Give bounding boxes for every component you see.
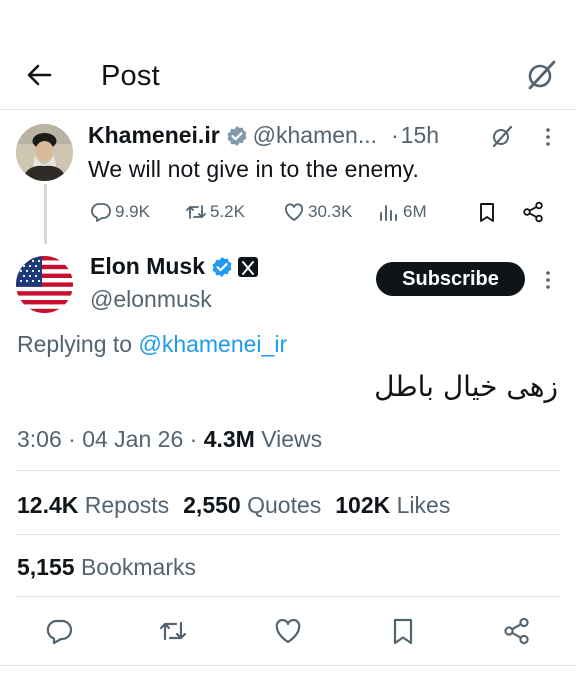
repost-button[interactable]: 5.2K: [185, 201, 245, 223]
repost-button[interactable]: [158, 616, 188, 646]
repost-icon: [186, 205, 206, 219]
post-text: We will not give in to the enemy.: [88, 156, 419, 182]
bookmark-button[interactable]: [476, 201, 498, 223]
top-bar: Post: [0, 44, 576, 110]
verified-gray-icon: [226, 125, 248, 147]
likes-label: Likes: [396, 492, 451, 518]
bookmarks-stat[interactable]: 5,155 Bookmarks: [17, 554, 196, 581]
quotes-stat[interactable]: 2,550 Quotes: [183, 492, 321, 518]
heart-icon: [285, 203, 303, 221]
like-count: 30.3K: [308, 202, 353, 221]
post-meta: 3:06 · 04 Jan 26 · 4.3M Views: [17, 426, 322, 453]
engagement-stats: 12.4K Reposts 2,550 Quotes 102K Likes: [17, 492, 450, 519]
reply-button[interactable]: [44, 616, 74, 646]
x-affiliate-icon[interactable]: [238, 256, 259, 277]
reposts-count: 12.4K: [17, 492, 79, 518]
separator-dot: ·: [391, 122, 399, 148]
bookmark-button[interactable]: [388, 616, 418, 646]
reply-icon: [91, 203, 111, 222]
likes-count: 102K: [335, 492, 391, 518]
post-text: زهی خیال باطل: [374, 370, 558, 403]
views-button[interactable]: 6M: [378, 201, 427, 223]
bookmark-icon: [480, 203, 494, 222]
divider: [16, 534, 560, 535]
bookmarks-count: 5,155: [17, 554, 75, 580]
parent-action-bar: 9.9K 5.2K 30.3K 6M: [88, 201, 558, 225]
verified-blue-icon: [211, 256, 233, 278]
more-options-icon[interactable]: [538, 268, 558, 292]
reply-icon: [46, 619, 73, 645]
share-icon: [523, 201, 543, 223]
author-name[interactable]: Elon Musk: [90, 253, 205, 280]
reposts-label: Reposts: [84, 492, 170, 518]
action-bar: [0, 612, 576, 652]
parent-header: Khamenei.ir @khamen... · 15h: [88, 122, 439, 149]
likes-stat[interactable]: 102K Likes: [335, 492, 450, 518]
like-button[interactable]: 30.3K: [283, 201, 352, 223]
repost-count: 5.2K: [210, 202, 245, 221]
post-time[interactable]: 15h: [401, 122, 439, 149]
author-name[interactable]: Khamenei.ir: [88, 122, 220, 149]
share-button[interactable]: [522, 201, 544, 223]
avatar[interactable]: [16, 256, 73, 313]
repost-icon: [159, 621, 187, 641]
replying-to: Replying to @khamenei_ir: [17, 331, 287, 358]
bookmarks-label: Bookmarks: [80, 554, 196, 580]
thread-line: [44, 184, 47, 244]
main-author-row: Elon Musk: [90, 253, 259, 280]
reposts-stat[interactable]: 12.4K Reposts: [17, 492, 169, 518]
views-label: Views: [254, 426, 323, 452]
divider: [16, 470, 560, 471]
parent-post[interactable]: Khamenei.ir @khamen... · 15h We will not…: [0, 111, 576, 244]
heart-icon: [275, 618, 301, 644]
more-options-icon[interactable]: [538, 125, 558, 149]
replying-to-link[interactable]: @khamenei_ir: [138, 331, 287, 357]
avatar[interactable]: [16, 124, 73, 181]
views-count: 4.3M: [203, 426, 255, 452]
share-button[interactable]: [502, 616, 532, 646]
replying-prefix: Replying to: [17, 331, 139, 357]
subscribe-button[interactable]: Subscribe: [376, 262, 525, 296]
quotes-label: Quotes: [247, 492, 322, 518]
divider: [0, 665, 576, 666]
share-icon: [504, 617, 529, 645]
grok-icon[interactable]: [490, 124, 514, 148]
grok-icon[interactable]: [524, 58, 558, 92]
page-title: Post: [101, 60, 160, 92]
reply-count: 9.9K: [115, 202, 150, 221]
post-time[interactable]: 3:06 · 04 Jan 26 ·: [17, 426, 204, 452]
divider: [16, 596, 560, 597]
views-count: 6M: [403, 202, 427, 221]
bookmark-icon: [393, 618, 413, 645]
arrow-left-icon[interactable]: [24, 60, 54, 90]
quotes-count: 2,550: [183, 492, 241, 518]
author-handle[interactable]: @khamen...: [253, 122, 377, 149]
reply-button[interactable]: 9.9K: [90, 201, 150, 223]
like-button[interactable]: [273, 616, 303, 646]
author-handle[interactable]: @elonmusk: [90, 286, 212, 313]
views-icon: [380, 205, 397, 221]
